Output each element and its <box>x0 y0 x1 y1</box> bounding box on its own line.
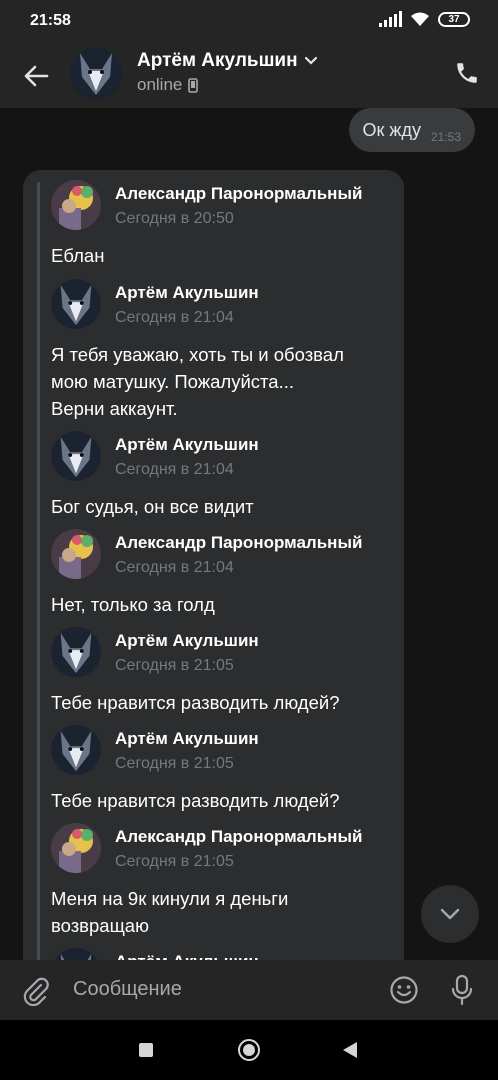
author-avatar[interactable] <box>51 431 101 481</box>
contact-name-row[interactable]: Артём Акульшин <box>137 50 318 72</box>
contact-name: Артём Акульшин <box>137 50 298 71</box>
author-name[interactable]: Артём Акульшин <box>115 729 259 749</box>
author-name[interactable]: Артём Акульшин <box>115 435 259 455</box>
message-text: Тебе нравится разводить людей? <box>51 790 340 811</box>
message-time: Сегодня в 21:04 <box>115 559 234 576</box>
wifi-icon <box>411 12 429 26</box>
message-time: Сегодня в 20:50 <box>115 210 234 227</box>
mic-icon[interactable] <box>450 974 474 1006</box>
message-text: Я тебя уважаю, хоть ты и обозвал мою мат… <box>51 344 344 419</box>
author-name[interactable]: Артём Акульшин <box>115 283 259 303</box>
chevron-down-icon <box>304 56 317 65</box>
recents-button[interactable] <box>139 1043 153 1057</box>
forward-quote-bar <box>37 182 40 960</box>
author-avatar[interactable] <box>51 529 101 579</box>
message-text: Тебе нравится разводить людей? <box>51 692 340 713</box>
message-time: Сегодня в 21:05 <box>115 657 234 674</box>
message-composer: Сообщение <box>0 960 498 1020</box>
battery-icon: 37 <box>438 11 470 27</box>
author-name[interactable]: Александр Паронормальный <box>115 827 362 847</box>
back-arrow-icon[interactable] <box>22 62 50 90</box>
author-avatar[interactable] <box>51 279 101 329</box>
message-text: Меня на 9к кинули я деньги возвращаю <box>51 888 289 936</box>
author-avatar[interactable] <box>51 627 101 677</box>
author-name[interactable]: Артём Акульшин <box>115 631 259 651</box>
status-time: 21:58 <box>30 12 71 29</box>
mobile-icon <box>188 77 199 93</box>
message-text: Ок жду <box>362 119 421 140</box>
signal-icon <box>379 11 402 27</box>
message-input[interactable]: Сообщение <box>73 978 182 1001</box>
contact-status-text: online <box>137 75 183 94</box>
system-nav-bar <box>0 1020 498 1080</box>
message-text: Еблан <box>51 245 105 266</box>
status-icons: 37 <box>379 11 470 27</box>
message-time: Сегодня в 21:05 <box>115 853 234 870</box>
phone-icon[interactable] <box>454 60 480 86</box>
author-avatar[interactable] <box>51 180 101 230</box>
author-avatar[interactable] <box>51 725 101 775</box>
attach-icon[interactable] <box>22 976 50 1006</box>
author-name[interactable]: Александр Паронормальный <box>115 184 362 204</box>
message-time: 21:53 <box>430 130 461 144</box>
author-name[interactable]: Александр Паронормальный <box>115 533 362 553</box>
message-time: Сегодня в 21:04 <box>115 461 234 478</box>
status-bar: 21:58 37 <box>0 0 498 44</box>
message-time: Сегодня в 21:05 <box>115 755 234 772</box>
chat-header: Артём Акульшин online <box>0 44 498 108</box>
home-button[interactable] <box>238 1039 260 1061</box>
chevron-down-icon <box>440 908 460 920</box>
battery-level: 37 <box>448 13 460 25</box>
message-time: Сегодня в 21:04 <box>115 309 234 326</box>
contact-status: online <box>137 75 199 95</box>
back-button[interactable] <box>343 1042 357 1058</box>
contact-avatar[interactable] <box>70 47 122 99</box>
message-text: Нет, только за голд <box>51 594 215 615</box>
incoming-forwarded-message[interactable]: Александр Паронормальный Сегодня в 20:50 Е… <box>23 170 404 960</box>
message-list[interactable]: Ок жду 21:53 Александр Паронормальный Сег… <box>0 108 498 960</box>
message-text: Бог судья, он все видит <box>51 496 254 517</box>
outgoing-message[interactable]: Ок жду 21:53 <box>348 108 475 152</box>
author-avatar[interactable] <box>51 948 101 960</box>
scroll-down-button[interactable] <box>421 885 479 943</box>
author-name[interactable]: Артём Акульшин <box>115 952 259 960</box>
smile-icon[interactable] <box>389 975 419 1005</box>
author-avatar[interactable] <box>51 823 101 873</box>
